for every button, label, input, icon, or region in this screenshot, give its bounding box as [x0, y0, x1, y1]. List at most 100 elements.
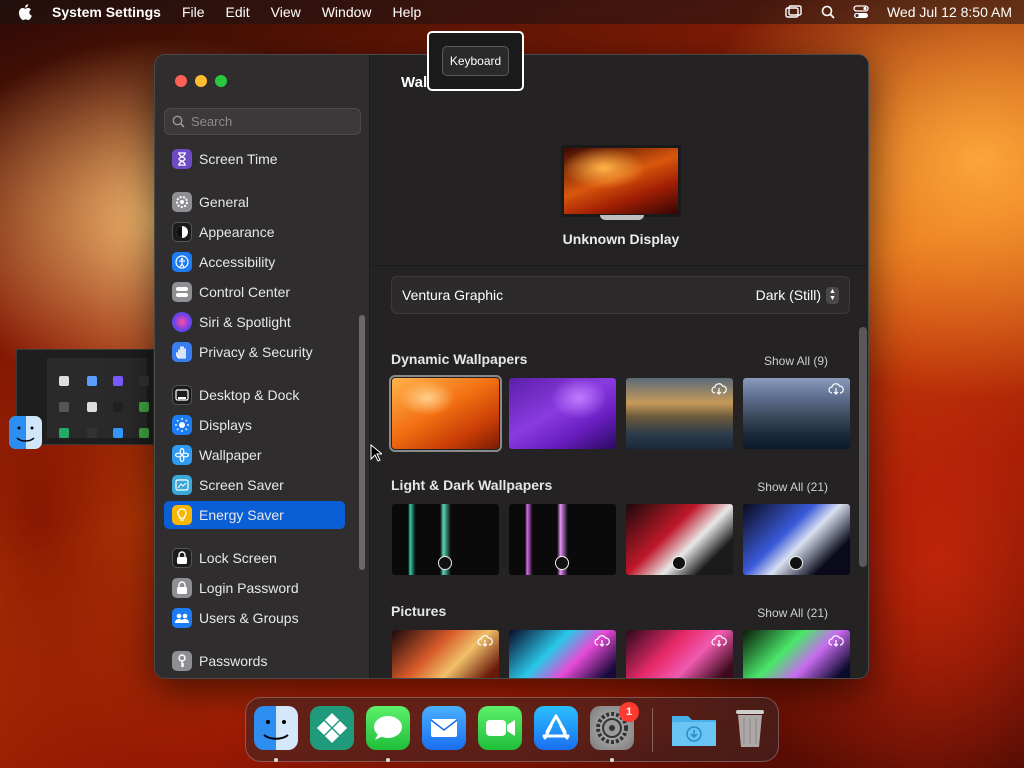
- spotlight-search-icon[interactable]: [821, 5, 835, 19]
- main-scrollbar[interactable]: [859, 327, 867, 567]
- light-dark-mode-icon: [672, 556, 686, 570]
- sidebar-item-displays[interactable]: Displays: [164, 411, 345, 439]
- appearance-mode-popup[interactable]: Dark (Still) ▲ ▼: [755, 286, 839, 304]
- sidebar-item-label: Appearance: [199, 224, 275, 240]
- sidebar-item-label: Screen Saver: [199, 477, 284, 493]
- sidebar-item-screen-saver[interactable]: Screen Saver: [164, 471, 345, 499]
- sidebar-item-appearance[interactable]: Appearance: [164, 218, 345, 246]
- sidebar-item-label: Wallpaper: [199, 447, 262, 463]
- flower-icon: [172, 445, 192, 465]
- cloud-download-icon: [711, 383, 727, 395]
- sidebar-item-login-password[interactable]: Login Password: [164, 574, 345, 602]
- tooltip-label: Keyboard: [442, 46, 509, 76]
- wallpaper-thumb-light-dark-4[interactable]: [743, 504, 850, 575]
- dock-trash-icon[interactable]: [728, 706, 772, 750]
- sidebar-item-label: Login Password: [199, 580, 299, 596]
- sidebar-item-screen-time[interactable]: Screen Time: [164, 145, 345, 173]
- wallpaper-name: Ventura Graphic: [402, 287, 504, 303]
- sidebar-item-privacy-security[interactable]: Privacy & Security: [164, 338, 345, 366]
- wallpaper-thumb-picture-3[interactable]: [626, 630, 733, 678]
- sidebar-item-label: Lock Screen: [199, 550, 277, 566]
- keyboard-tooltip: Keyboard: [427, 31, 524, 91]
- wallpaper-thumb-big-sur[interactable]: [626, 378, 733, 449]
- sidebar-item-label: Accessibility: [199, 254, 276, 270]
- search-placeholder: Search: [191, 114, 233, 129]
- siri-icon: [172, 312, 192, 332]
- system-settings-window: Search Screen Time General Appearance Ac…: [154, 54, 869, 679]
- wallpaper-thumb-picture-1[interactable]: [392, 630, 499, 678]
- menu-app-name[interactable]: System Settings: [52, 4, 161, 20]
- show-all-light-dark-button[interactable]: Show All (21): [753, 478, 832, 496]
- notification-badge: 1: [619, 702, 639, 722]
- dock-finder-icon[interactable]: [254, 706, 298, 750]
- cloud-download-icon: [828, 383, 844, 395]
- apple-menu-icon[interactable]: [18, 4, 34, 20]
- section-title-dynamic: Dynamic Wallpapers: [391, 351, 528, 367]
- cloud-download-icon: [711, 635, 727, 647]
- wallpaper-pane: Wall Unknown Display Ventura Graphic Dar…: [371, 55, 868, 678]
- sidebar-item-label: Screen Time: [199, 151, 278, 167]
- menu-clock[interactable]: Wed Jul 12 8:50 AM: [887, 4, 1012, 20]
- menu-edit[interactable]: Edit: [226, 4, 250, 20]
- sun-icon: [172, 415, 192, 435]
- dock-messages-icon[interactable]: [366, 706, 410, 750]
- sidebar-item-label: Energy Saver: [199, 507, 284, 523]
- light-dark-mode-icon: [789, 556, 803, 570]
- sidebar-item-accessibility[interactable]: Accessibility: [164, 248, 345, 276]
- sidebar-item-wallpaper[interactable]: Wallpaper: [164, 441, 345, 469]
- control-center-icon: [172, 282, 192, 302]
- cloud-download-icon: [477, 635, 493, 647]
- menu-file[interactable]: File: [182, 4, 205, 20]
- wallpaper-thumb-ventura[interactable]: [389, 375, 502, 452]
- minimize-button[interactable]: [195, 75, 207, 87]
- bulb-icon: [172, 505, 192, 525]
- wallpaper-thumb-monterey[interactable]: [509, 378, 616, 449]
- sidebar-item-label: Passwords: [199, 653, 268, 669]
- sidebar-scrollbar[interactable]: [359, 315, 365, 570]
- dock-mail-icon[interactable]: [422, 706, 466, 750]
- wallpaper-thumb-light-dark-3[interactable]: [626, 504, 733, 575]
- menu-view[interactable]: View: [271, 4, 301, 20]
- wallpaper-thumb-picture-4[interactable]: [743, 630, 850, 678]
- lock-icon: [172, 548, 192, 568]
- sidebar-item-passwords[interactable]: Passwords: [164, 647, 345, 675]
- wallpaper-thumb-light-dark-2[interactable]: [509, 504, 616, 575]
- control-center-icon[interactable]: [853, 5, 869, 19]
- running-indicator: [386, 758, 390, 762]
- dock: 1: [245, 697, 779, 762]
- sidebar-item-siri-spotlight[interactable]: Siri & Spotlight: [164, 308, 345, 336]
- wallpaper-thumb-light-dark-1[interactable]: [392, 504, 499, 575]
- dock-app-diamond-icon[interactable]: [310, 706, 354, 750]
- sidebar-item-control-center[interactable]: Control Center: [164, 278, 345, 306]
- sidebar-item-desktop-dock[interactable]: Desktop & Dock: [164, 381, 345, 409]
- dock-facetime-icon[interactable]: [478, 706, 522, 750]
- section-title-pictures: Pictures: [391, 603, 447, 619]
- sidebar-item-users-groups[interactable]: Users & Groups: [164, 604, 345, 632]
- divider: [371, 265, 868, 266]
- wallpaper-thumb-catalina[interactable]: [743, 378, 850, 449]
- finder-icon[interactable]: [9, 416, 42, 449]
- wallpaper-thumb-picture-2[interactable]: [509, 630, 616, 678]
- menu-help[interactable]: Help: [393, 4, 422, 20]
- show-all-dynamic-button[interactable]: Show All (9): [760, 352, 832, 370]
- sidebar-item-lock-screen[interactable]: Lock Screen: [164, 544, 345, 572]
- sidebar-item-label: Control Center: [199, 284, 291, 300]
- appearance-mode-value: Dark (Still): [755, 287, 821, 303]
- show-all-pictures-button[interactable]: Show All (21): [753, 604, 832, 622]
- menu-window[interactable]: Window: [322, 4, 372, 20]
- search-field[interactable]: Search: [164, 108, 361, 135]
- sidebar-item-label: Privacy & Security: [199, 344, 313, 360]
- screen-mirroring-icon[interactable]: [785, 5, 803, 19]
- appearance-icon: [172, 222, 192, 242]
- dock-downloads-folder-icon[interactable]: [670, 706, 716, 750]
- close-button[interactable]: [175, 75, 187, 87]
- cloud-download-icon: [594, 635, 610, 647]
- dock-app-store-icon[interactable]: [534, 706, 578, 750]
- sidebar-item-label: Displays: [199, 417, 252, 433]
- key-icon: [172, 651, 192, 671]
- mouse-cursor-icon: [370, 444, 382, 462]
- zoom-button[interactable]: [215, 75, 227, 87]
- sidebar-item-general[interactable]: General: [164, 188, 345, 216]
- hand-icon: [172, 342, 192, 362]
- sidebar-item-energy-saver[interactable]: Energy Saver: [164, 501, 345, 529]
